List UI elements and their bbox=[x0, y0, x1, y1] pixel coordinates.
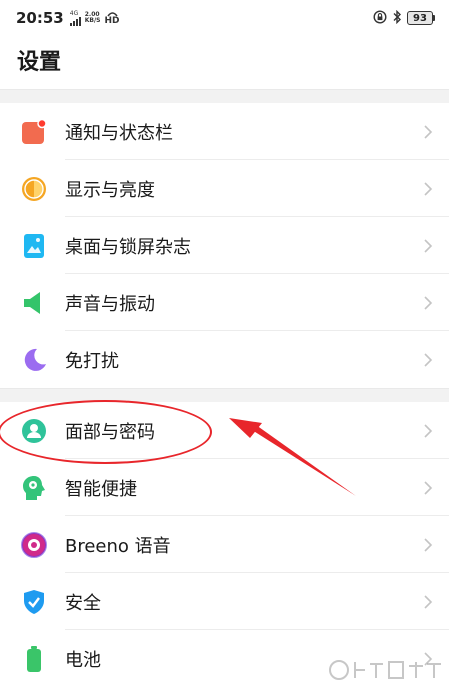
baidu-watermark-icon bbox=[329, 660, 441, 680]
annotation-arrow bbox=[229, 418, 356, 496]
